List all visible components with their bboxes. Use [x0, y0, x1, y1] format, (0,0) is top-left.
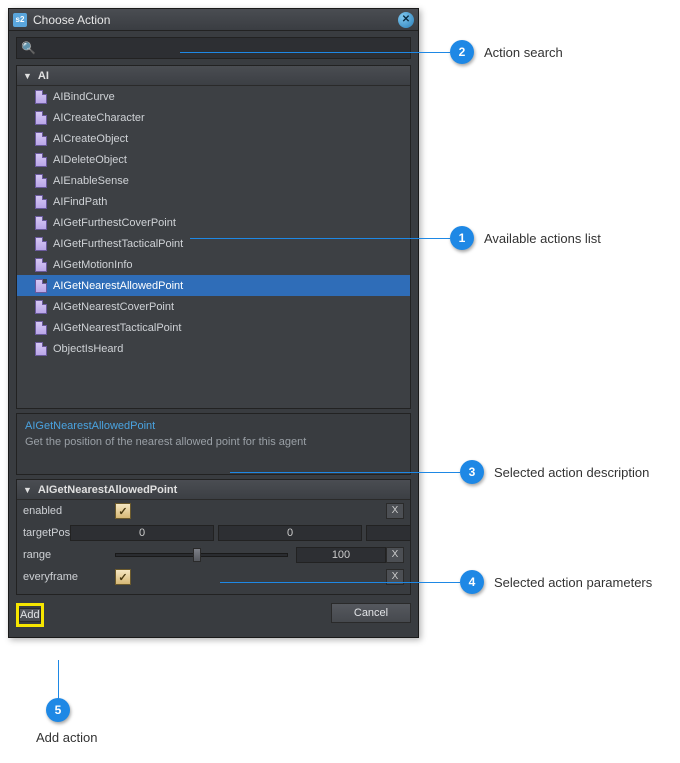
actions-list-panel: ▼ AI AIBindCurve AICreateCharacter AICreat… — [16, 65, 411, 409]
action-item[interactable]: AIGetNearestCoverPoint — [17, 296, 410, 317]
action-item[interactable]: AIGetFurthestCoverPoint — [17, 212, 410, 233]
params-title: AIGetNearestAllowedPoint — [38, 484, 177, 496]
action-item[interactable]: AIBindCurve — [17, 86, 410, 107]
search-icon: 🔍 — [21, 41, 36, 55]
script-icon — [35, 216, 47, 230]
callout-1: 1 Available actions list — [450, 226, 601, 250]
param-row-everyframe: everyframe ✓ X — [17, 566, 410, 588]
callout-bubble: 3 — [460, 460, 484, 484]
everyframe-checkbox[interactable]: ✓ — [115, 569, 131, 585]
action-item[interactable]: AICreateCharacter — [17, 107, 410, 128]
callout-label: Add action — [36, 730, 97, 745]
script-icon — [35, 90, 47, 104]
range-slider[interactable] — [115, 553, 288, 557]
search-input[interactable] — [40, 42, 406, 54]
action-label: AIDeleteObject — [53, 154, 127, 166]
action-item[interactable]: AIGetNearestAllowedPoint — [17, 275, 410, 296]
callout-bubble: 1 — [450, 226, 474, 250]
script-icon — [35, 132, 47, 146]
callout-label: Selected action parameters — [494, 575, 652, 590]
script-icon — [35, 300, 47, 314]
callout-4: 4 Selected action parameters — [460, 570, 652, 594]
callout-label: Available actions list — [484, 231, 601, 246]
action-item[interactable]: ObjectIsHeard — [17, 338, 410, 359]
parameters-panel: ▼ AIGetNearestAllowedPoint enabled ✓ X t… — [16, 479, 411, 595]
app-icon: s2 — [13, 13, 27, 27]
script-icon — [35, 111, 47, 125]
selected-action-title: AIGetNearestAllowedPoint — [25, 420, 402, 432]
action-label: AIEnableSense — [53, 175, 129, 187]
callout-label: Action search — [484, 45, 563, 60]
callout-3: 3 Selected action description — [460, 460, 649, 484]
action-item[interactable]: AIDeleteObject — [17, 149, 410, 170]
param-x-button[interactable]: X — [386, 569, 404, 585]
param-label: everyframe — [23, 571, 115, 583]
close-icon[interactable]: ✕ — [398, 12, 414, 28]
dialog-button-row: Add Cancel — [9, 599, 418, 637]
targetpos-y-input[interactable] — [218, 525, 362, 541]
action-label: AIBindCurve — [53, 91, 115, 103]
script-icon — [35, 258, 47, 272]
callout-label: Selected action description — [494, 465, 649, 480]
group-name: AI — [38, 70, 49, 82]
script-icon — [35, 321, 47, 335]
dialog-title: Choose Action — [33, 13, 398, 27]
action-label: AIGetNearestCoverPoint — [53, 301, 174, 313]
script-icon — [35, 279, 47, 293]
titlebar: s2 Choose Action ✕ — [9, 9, 418, 31]
add-button[interactable]: Add — [19, 608, 41, 622]
search-box: 🔍 — [16, 37, 411, 59]
slider-thumb[interactable] — [193, 548, 201, 562]
param-x-button[interactable]: X — [386, 547, 404, 563]
action-label: AIGetMotionInfo — [53, 259, 133, 271]
script-icon — [35, 174, 47, 188]
action-label: AIGetNearestAllowedPoint — [53, 280, 183, 292]
action-label: AIGetFurthestTacticalPoint — [53, 238, 183, 250]
description-panel: AIGetNearestAllowedPoint Get the positio… — [16, 413, 411, 475]
script-icon — [35, 342, 47, 356]
callout-bubble: 4 — [460, 570, 484, 594]
action-item[interactable]: AIGetFurthestTacticalPoint — [17, 233, 410, 254]
cancel-button[interactable]: Cancel — [331, 603, 411, 623]
group-header-ai[interactable]: ▼ AI — [17, 66, 410, 86]
action-item[interactable]: AIEnableSense — [17, 170, 410, 191]
action-label: ObjectIsHeard — [53, 343, 123, 355]
action-item[interactable]: AICreateObject — [17, 128, 410, 149]
param-row-targetpos: targetPos V — [17, 522, 410, 544]
action-label: AIGetFurthestCoverPoint — [53, 217, 176, 229]
param-label: targetPos — [23, 527, 70, 539]
script-icon — [35, 237, 47, 251]
add-button-highlight: Add — [16, 603, 44, 627]
enabled-checkbox[interactable]: ✓ — [115, 503, 131, 519]
action-label: AIGetNearestTacticalPoint — [53, 322, 181, 334]
action-item[interactable]: AIGetNearestTacticalPoint — [17, 317, 410, 338]
params-header[interactable]: ▼ AIGetNearestAllowedPoint — [17, 480, 410, 500]
chevron-down-icon: ▼ — [23, 485, 32, 495]
callout-bubble: 2 — [450, 40, 474, 64]
selected-action-text: Get the position of the nearest allowed … — [25, 436, 402, 448]
choose-action-dialog: s2 Choose Action ✕ 🔍 ▼ AI AIBindCurveAIC… — [8, 8, 419, 638]
param-row-range: range X — [17, 544, 410, 566]
range-value-input[interactable] — [296, 547, 386, 563]
callout-2: 2 Action search — [450, 40, 563, 64]
script-icon — [35, 195, 47, 209]
action-label: AICreateCharacter — [53, 112, 145, 124]
callout-5: 5 Add action — [46, 698, 97, 745]
targetpos-x-input[interactable] — [70, 525, 214, 541]
param-label: enabled — [23, 505, 115, 517]
callout-bubble: 5 — [46, 698, 70, 722]
action-label: AIFindPath — [53, 196, 107, 208]
script-icon — [35, 153, 47, 167]
action-label: AICreateObject — [53, 133, 128, 145]
param-label: range — [23, 549, 115, 561]
targetpos-z-input[interactable] — [366, 525, 411, 541]
action-item[interactable]: AIFindPath — [17, 191, 410, 212]
param-x-button[interactable]: X — [386, 503, 404, 519]
param-row-enabled: enabled ✓ X — [17, 500, 410, 522]
action-item[interactable]: AIGetMotionInfo — [17, 254, 410, 275]
chevron-down-icon: ▼ — [23, 71, 32, 81]
